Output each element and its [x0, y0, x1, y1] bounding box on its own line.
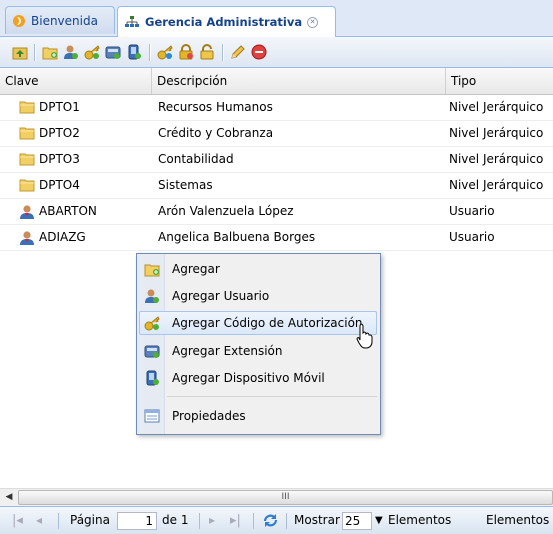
menu-item-label: Agregar Extensión	[172, 344, 283, 358]
page-number-input[interactable]: 1	[117, 512, 157, 530]
table-row[interactable]: DPTO2 Crédito y Cobranza Nivel Jerárquico	[0, 121, 553, 147]
add-user-icon[interactable]	[63, 44, 79, 60]
scrollbar-thumb[interactable]: III	[18, 490, 553, 505]
cell-clave: DPTO2	[39, 126, 80, 140]
menu-separator	[167, 396, 377, 397]
delete-icon[interactable]	[251, 44, 267, 60]
page-label: Página	[70, 513, 110, 527]
cell-clave: ABARTON	[39, 204, 97, 218]
scrollbar-grip: III	[281, 492, 290, 502]
cell-descripcion: Recursos Humanos	[158, 100, 273, 114]
cell-tipo: Nivel Jerárquico	[449, 152, 544, 166]
page-of-label: de 1	[162, 513, 189, 527]
prev-page-icon[interactable]: ◂	[36, 507, 42, 534]
mouse-cursor-icon	[356, 323, 373, 349]
menu-item-label: Agregar	[172, 262, 220, 276]
cell-descripcion: Contabilidad	[158, 152, 234, 166]
last-page-icon[interactable]: ▸|	[230, 507, 241, 534]
table-row[interactable]: DPTO4 Sistemas Nivel Jerárquico	[0, 173, 553, 199]
lock-icon[interactable]	[178, 44, 194, 60]
add-extension-icon	[144, 345, 160, 358]
lock-open-icon[interactable]	[199, 44, 215, 60]
menu-item-agregar-usuario[interactable]: Agregar Usuario	[139, 284, 377, 308]
add-folder-icon[interactable]	[42, 44, 58, 60]
tab-strip: Bienvenida Gerencia Administrativa ✕	[0, 0, 553, 37]
tab-gerencia-administrativa[interactable]: Gerencia Administrativa ✕	[117, 6, 336, 37]
page-size-select[interactable]: 25	[342, 512, 372, 530]
paging-toolbar: |◂ ◂ Página 1 de 1 ▸ ▸| Mostrar 25 ▼ Ele…	[0, 506, 553, 534]
menu-item-agregar[interactable]: Agregar	[139, 257, 377, 281]
cell-descripcion: Sistemas	[158, 178, 213, 192]
menu-item-label: Propiedades	[172, 409, 246, 423]
welcome-icon	[13, 14, 25, 27]
column-header-descripcion[interactable]: Descripción	[152, 68, 446, 94]
folder-icon	[19, 100, 35, 116]
cell-clave: ADIAZG	[39, 230, 86, 244]
cell-clave: DPTO4	[39, 178, 80, 192]
add-extension-icon[interactable]	[105, 44, 121, 60]
add-folder-icon	[144, 264, 160, 277]
properties-icon	[144, 409, 160, 423]
close-tab-icon[interactable]: ✕	[307, 16, 319, 28]
add-key-icon	[144, 316, 160, 331]
table-row[interactable]: DPTO1 Recursos Humanos Nivel Jerárquico	[0, 95, 553, 121]
chevron-down-icon[interactable]: ▼	[375, 507, 383, 534]
group-keys-icon[interactable]	[157, 44, 173, 60]
cell-descripcion: Angelica Balbuena Borges	[158, 230, 316, 244]
add-key-icon[interactable]	[84, 44, 100, 60]
cell-tipo: Nivel Jerárquico	[449, 126, 544, 140]
menu-item-label: Agregar Código de Autorización	[172, 316, 363, 330]
table-row[interactable]: ABARTON Arón Valenzuela López Usuario	[0, 199, 553, 225]
tab-label: Bienvenida	[31, 13, 98, 28]
column-header-tipo[interactable]: Tipo	[446, 68, 553, 94]
scroll-left-icon[interactable]: ◀	[2, 491, 16, 504]
cell-tipo: Usuario	[449, 230, 495, 244]
refresh-icon[interactable]	[262, 512, 279, 529]
menu-item-label: Agregar Usuario	[172, 289, 270, 303]
menu-item-label: Agregar Dispositivo Móvil	[172, 371, 325, 385]
cell-clave: DPTO1	[39, 100, 80, 114]
cell-descripcion: Crédito y Cobranza	[158, 126, 274, 140]
show-label: Mostrar	[294, 513, 340, 527]
menu-item-agregar-dispositivo-movil[interactable]: Agregar Dispositivo Móvil	[139, 366, 377, 390]
tab-label: Gerencia Administrativa	[145, 15, 303, 29]
table-row[interactable]: DPTO3 Contabilidad Nivel Jerárquico	[0, 147, 553, 173]
tree-up-icon[interactable]	[12, 44, 28, 60]
folder-icon	[19, 126, 35, 142]
add-mobile-device-icon[interactable]	[126, 44, 142, 60]
org-chart-icon	[125, 16, 139, 27]
column-header-clave[interactable]: Clave	[0, 68, 152, 94]
context-menu: Agregar Agregar Usuario Agregar Código d…	[136, 253, 381, 435]
add-user-icon	[145, 289, 159, 303]
cell-tipo: Nivel Jerárquico	[449, 100, 544, 114]
cell-tipo: Nivel Jerárquico	[449, 178, 544, 192]
elements-count-label: Elementos 1	[486, 513, 553, 527]
folder-icon	[19, 152, 35, 168]
first-page-icon[interactable]: |◂	[12, 507, 23, 534]
cell-tipo: Usuario	[449, 204, 495, 218]
elements-label: Elementos	[388, 513, 452, 527]
horizontal-scrollbar[interactable]: ◀ III	[0, 488, 553, 506]
grid-header: Clave Descripción Tipo	[0, 68, 553, 95]
next-page-icon[interactable]: ▸	[209, 507, 215, 534]
edit-pencil-icon[interactable]	[230, 44, 246, 60]
menu-item-agregar-codigo-autorizacion[interactable]: Agregar Código de Autorización	[139, 311, 377, 335]
menu-item-agregar-extension[interactable]: Agregar Extensión	[139, 339, 377, 363]
toolbar	[0, 37, 553, 68]
user-icon	[19, 230, 35, 246]
add-mobile-device-icon	[146, 370, 159, 386]
cell-clave: DPTO3	[39, 152, 80, 166]
tab-bienvenida[interactable]: Bienvenida	[5, 6, 115, 34]
user-icon	[19, 204, 35, 220]
folder-icon	[19, 178, 35, 194]
table-row[interactable]: ADIAZG Angelica Balbuena Borges Usuario	[0, 225, 553, 251]
cell-descripcion: Arón Valenzuela López	[158, 204, 294, 218]
menu-item-propiedades[interactable]: Propiedades	[139, 404, 377, 428]
